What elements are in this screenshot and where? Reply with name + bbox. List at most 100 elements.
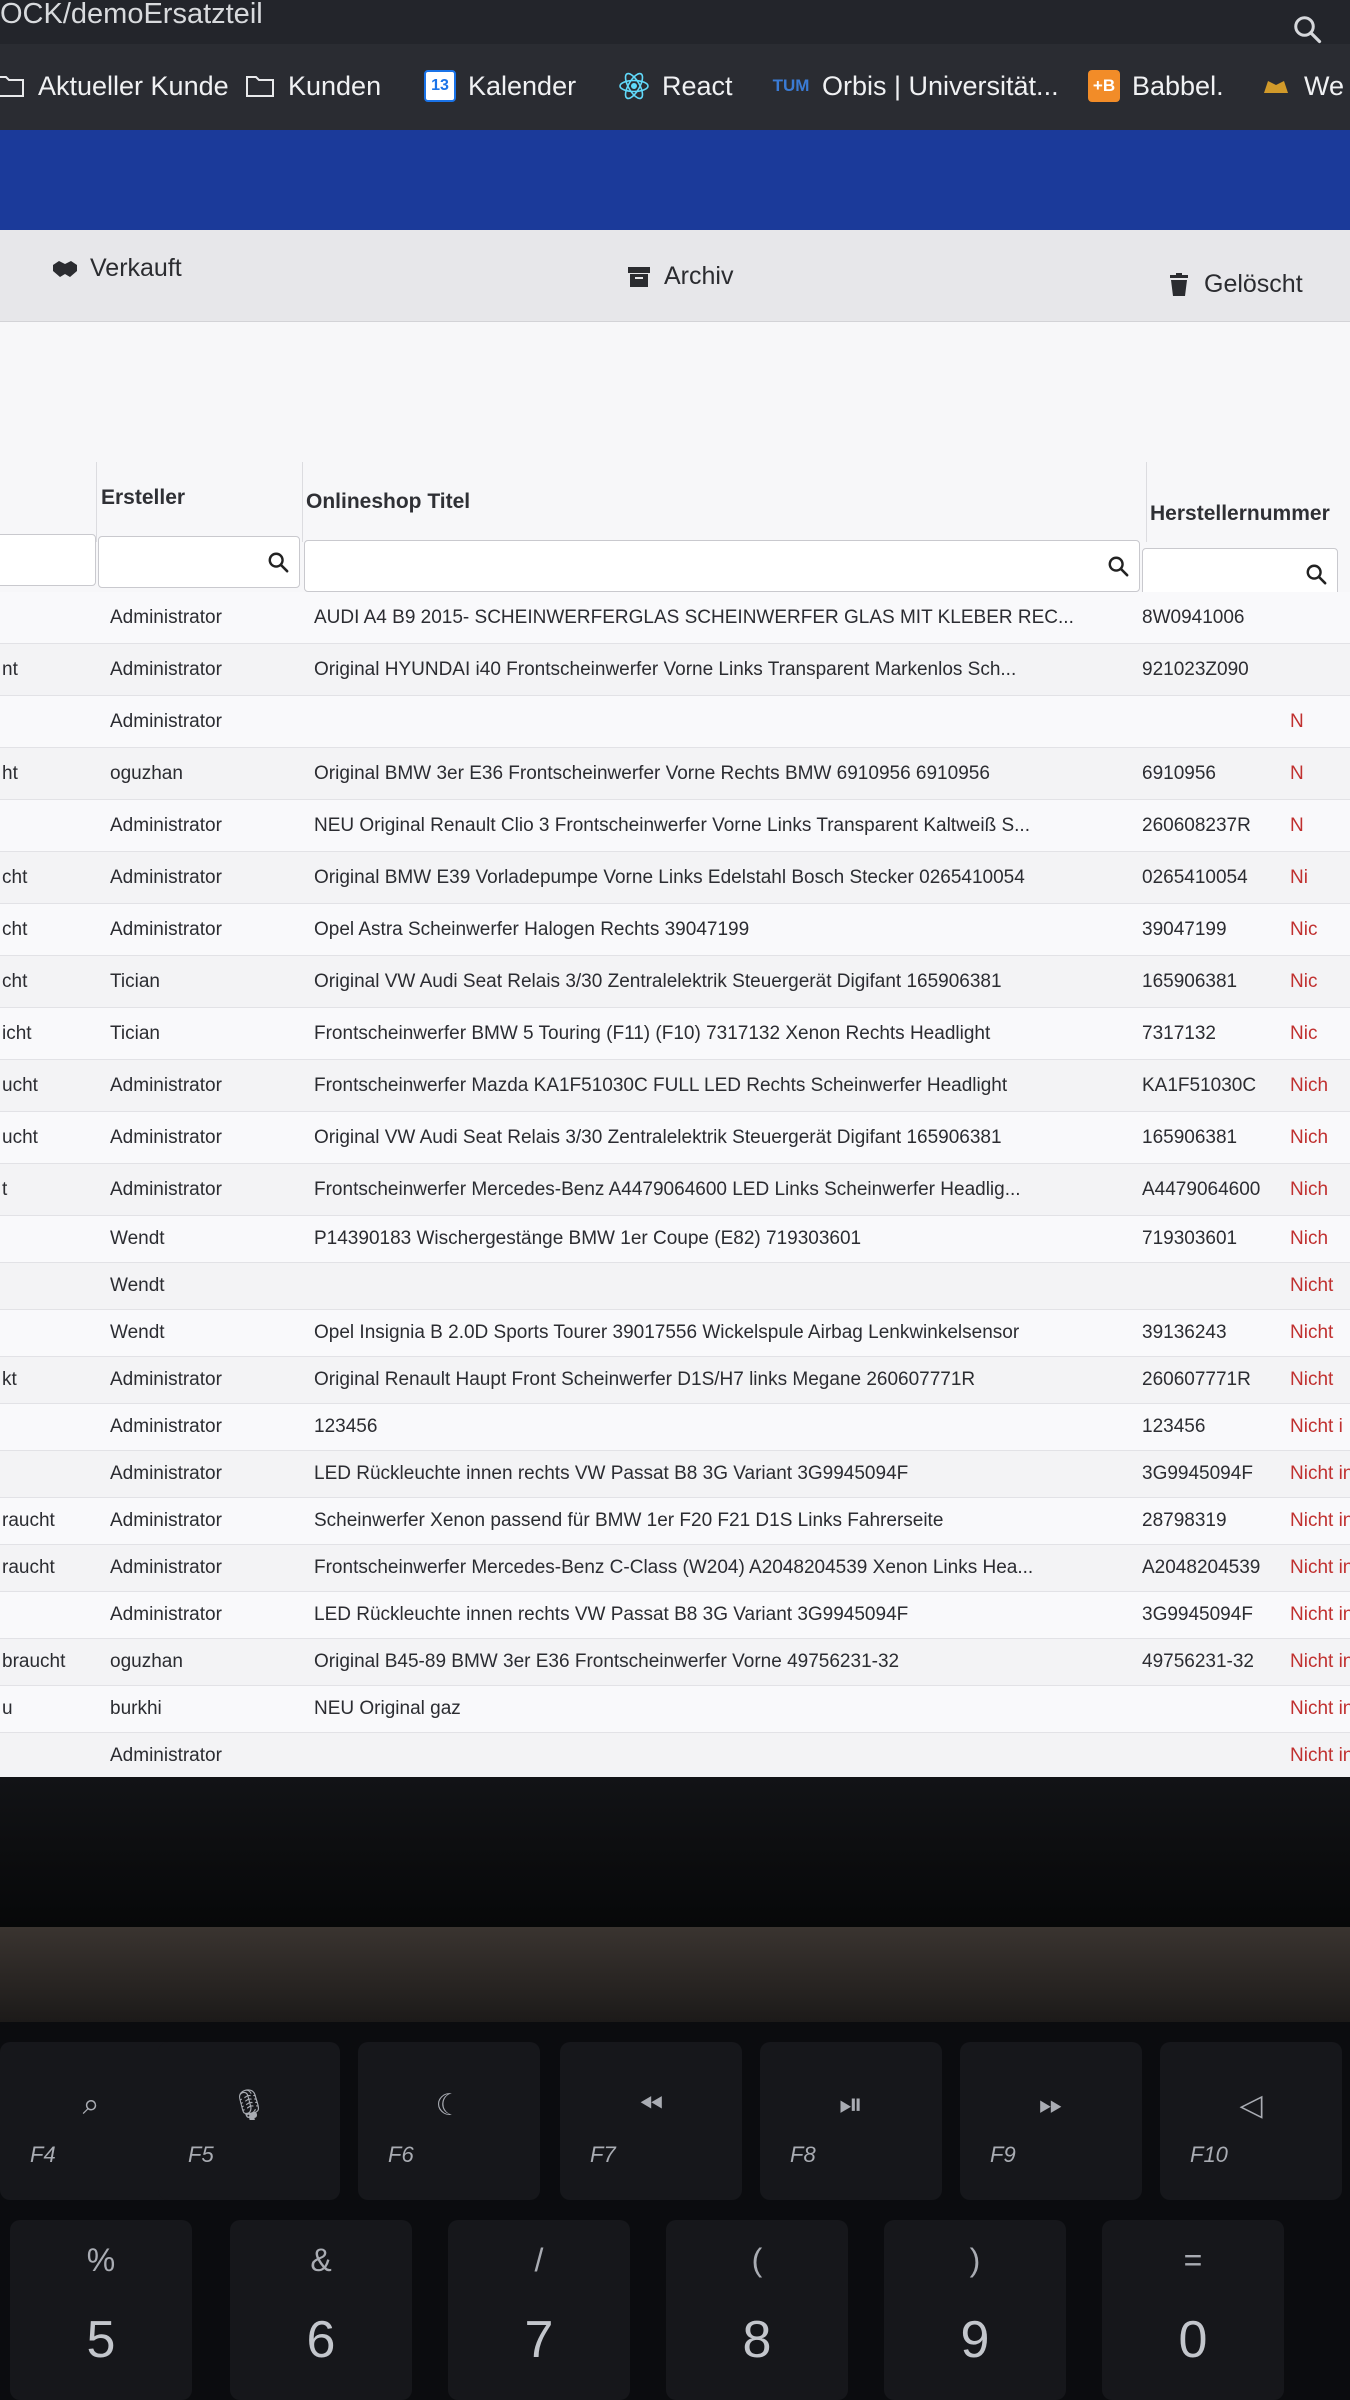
- bookmark-label: Kunden: [288, 70, 382, 101]
- row-manufacturer-number: 3G9945094F: [1142, 1463, 1253, 1484]
- bookmark-orbis[interactable]: TUM Orbis | Universität...: [772, 66, 1059, 106]
- folder-icon: [0, 70, 26, 102]
- key-f8[interactable]: ⏯︎ F8: [760, 2042, 942, 2200]
- table-row[interactable]: braucht oguzhan Original B45-89 BMW 3er E3…: [0, 1639, 1350, 1686]
- row-onlineshop-status: Nicht in: [1290, 1463, 1350, 1484]
- row-title: Frontscheinwerfer Mazda KA1F51030C FULL …: [314, 1074, 1008, 1096]
- row-title: Original HYUNDAI i40 Frontscheinwerfer V…: [314, 658, 1017, 680]
- title-filter-input[interactable]: [304, 540, 1140, 592]
- table-row[interactable]: icht Tician Frontscheinwerfer BMW 5 Tourin…: [0, 1008, 1350, 1060]
- column-header-ersteller[interactable]: Ersteller: [101, 486, 185, 510]
- bookmark-label: React: [662, 70, 733, 101]
- row-status: cht: [2, 866, 28, 888]
- row-onlineshop-status: Nicht in: [1290, 1557, 1350, 1578]
- row-onlineshop-status: Nich: [1290, 1126, 1329, 1148]
- row-status: nt: [2, 658, 18, 680]
- url-text[interactable]: OCK/demoErsatzteil: [0, 0, 263, 29]
- row-manufacturer-number: [1142, 1263, 1312, 1309]
- row-title: Original B45-89 BMW 3er E36 Frontscheinw…: [314, 1651, 900, 1672]
- row-onlineshop-status: Nic: [1290, 918, 1318, 940]
- row-status: kt: [2, 1369, 17, 1390]
- table-row[interactable]: ucht Administrator Original VW Audi Seat R…: [0, 1112, 1350, 1164]
- row-onlineshop-status: Nicht ins: [1290, 1698, 1350, 1719]
- row-creator: Administrator: [110, 1074, 222, 1096]
- table-row[interactable]: cht Tician Original VW Audi Seat Relais 3/…: [0, 956, 1350, 1008]
- row-manufacturer-number: 49756231-32: [1142, 1651, 1254, 1672]
- table-row[interactable]: raucht Administrator Frontscheinwerfer Mer…: [0, 1545, 1350, 1592]
- bookmark-we[interactable]: We: [1260, 66, 1344, 106]
- table-row[interactable]: t Administrator Frontscheinwerfer Mercedes…: [0, 1164, 1350, 1216]
- column-header-herstellernummer[interactable]: Herstellernummer: [1150, 502, 1330, 526]
- key-0[interactable]: = 0: [1102, 2220, 1284, 2400]
- table-row[interactable]: Wendt Nicht: [0, 1263, 1350, 1310]
- key-f10[interactable]: ◁ F10: [1160, 2042, 1342, 2200]
- table-row[interactable]: Wendt Opel Insignia B 2.0D Sports Tourer …: [0, 1310, 1350, 1357]
- table-row[interactable]: cht Administrator Opel Astra Scheinwerfer …: [0, 904, 1350, 956]
- bookmark-babbel[interactable]: +B Babbel.: [1088, 66, 1224, 106]
- row-title: Frontscheinwerfer Mercedes-Benz C-Class …: [314, 1557, 1034, 1578]
- row-manufacturer-number: 260607771R: [1142, 1369, 1251, 1390]
- tab-verkauft[interactable]: Verkauft: [52, 254, 182, 283]
- key-8[interactable]: ( 8: [666, 2220, 848, 2400]
- bookmark-aktueller-kunde[interactable]: Aktueller Kunde: [0, 66, 229, 106]
- table-row[interactable]: raucht Administrator Scheinwerfer Xenon pa…: [0, 1498, 1350, 1545]
- key-9[interactable]: ) 9: [884, 2220, 1066, 2400]
- bookmark-label: We: [1304, 70, 1345, 101]
- table-row[interactable]: Administrator Nicht ins: [0, 1733, 1350, 1777]
- table-row[interactable]: Administrator AUDI A4 B9 2015- SCHEINWERF…: [0, 592, 1350, 644]
- search-icon: ⌕: [82, 2088, 100, 2121]
- key-7[interactable]: / 7: [448, 2220, 630, 2400]
- hat-icon: [1260, 70, 1292, 102]
- row-manufacturer-number: 921023Z090: [1142, 658, 1249, 680]
- row-creator: Administrator: [110, 710, 222, 732]
- tab-geloescht[interactable]: Gelöscht: [1166, 270, 1303, 299]
- bookmark-label: Aktueller Kunde: [38, 70, 229, 101]
- table-row[interactable]: cht Administrator Original BMW E39 Vorlade…: [0, 852, 1350, 904]
- key-5[interactable]: % 5: [10, 2220, 192, 2400]
- key-f6[interactable]: ☾ F6: [358, 2042, 540, 2200]
- table-row[interactable]: ucht Administrator Frontscheinwerfer Mazda…: [0, 1060, 1350, 1112]
- fast-forward-icon: ⏩︎: [1039, 2088, 1063, 2121]
- table-row[interactable]: kt Administrator Original Renault Haupt Fr…: [0, 1357, 1350, 1404]
- bookmark-label: Orbis | Universität...: [822, 70, 1059, 101]
- row-creator: oguzhan: [110, 762, 183, 784]
- table-row[interactable]: ht oguzhan Original BMW 3er E36 Frontschei…: [0, 748, 1350, 800]
- row-status: [0, 696, 90, 747]
- table-row[interactable]: Administrator NEU Original Renault Clio 3…: [0, 800, 1350, 852]
- table-row[interactable]: u burkhi NEU Original gaz Nicht ins: [0, 1686, 1350, 1733]
- key-f5[interactable]: 🎙︎ F5: [158, 2042, 340, 2200]
- table-row[interactable]: Administrator LED Rückleuchte innen recht…: [0, 1592, 1350, 1639]
- row-manufacturer-number: A2048204539: [1142, 1557, 1261, 1578]
- search-icon: [1108, 556, 1129, 577]
- table-row[interactable]: nt Administrator Original HYUNDAI i40 Fron…: [0, 644, 1350, 696]
- table-row[interactable]: Administrator LED Rückleuchte innen recht…: [0, 1451, 1350, 1498]
- tab-archiv[interactable]: Archiv: [626, 262, 733, 291]
- browser-url-bar[interactable]: OCK/demoErsatzteil: [0, 0, 1350, 44]
- key-f9[interactable]: ⏩︎ F9: [960, 2042, 1142, 2200]
- row-onlineshop-status: [1290, 592, 1350, 643]
- table-row[interactable]: Administrator N: [0, 696, 1350, 748]
- row-creator: Tician: [110, 1022, 160, 1044]
- table-row[interactable]: Administrator 123456 123456 Nicht i: [0, 1404, 1350, 1451]
- row-manufacturer-number: 7317132: [1142, 1022, 1216, 1044]
- bookmark-kunden[interactable]: Kunden: [244, 66, 381, 106]
- tab-label: Archiv: [664, 262, 734, 290]
- column-header-onlineshop-titel[interactable]: Onlineshop Titel: [306, 490, 470, 514]
- tab-label: Gelöscht: [1204, 270, 1303, 298]
- rewind-icon: ⏪︎: [639, 2088, 663, 2121]
- trash-icon: [1170, 272, 1188, 296]
- status-filter-input[interactable]: [0, 534, 96, 586]
- row-creator: Administrator: [110, 1178, 222, 1200]
- search-icon[interactable]: [1292, 14, 1322, 44]
- play-pause-icon: ⏯︎: [839, 2088, 863, 2121]
- row-creator: Administrator: [110, 606, 222, 628]
- row-title: Frontscheinwerfer Mercedes-Benz A4479064…: [314, 1178, 1021, 1200]
- key-f7[interactable]: ⏪︎ F7: [560, 2042, 742, 2200]
- bookmark-react[interactable]: React: [618, 66, 733, 106]
- table-row[interactable]: Wendt P14390183 Wischergestänge BMW 1er C…: [0, 1216, 1350, 1263]
- creator-filter-input[interactable]: [98, 536, 300, 588]
- bookmark-kalender[interactable]: 13 Kalender: [424, 66, 576, 106]
- key-6[interactable]: & 6: [230, 2220, 412, 2400]
- key-f4[interactable]: ⌕ F4: [0, 2042, 182, 2200]
- row-onlineshop-status: Nicht: [1290, 1369, 1334, 1390]
